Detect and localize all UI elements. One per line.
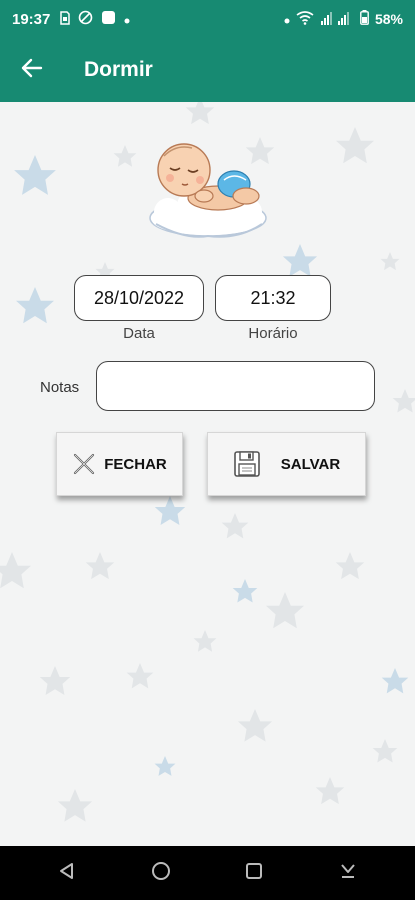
notes-label: Notas — [40, 379, 80, 396]
main-content: 28/10/2022 Data 21:32 Horário Notas FECH… — [0, 102, 415, 846]
nav-home-button[interactable] — [141, 853, 181, 893]
keyboard-hide-icon — [339, 862, 357, 885]
sleeping-baby-illustration — [149, 143, 267, 238]
back-button[interactable] — [4, 38, 60, 102]
page-title: Dormir — [84, 58, 153, 81]
notes-input[interactable] — [96, 361, 375, 411]
floppy-disk-icon — [233, 450, 261, 478]
nav-back-button[interactable] — [47, 853, 87, 893]
nav-keyboard-hide-button[interactable] — [328, 853, 368, 893]
wifi-icon — [296, 10, 314, 28]
close-button[interactable]: FECHAR — [56, 432, 183, 496]
dot-icon — [124, 12, 130, 27]
date-field[interactable]: 28/10/2022 — [74, 275, 204, 321]
status-right-icons: 58% — [284, 10, 403, 28]
nav-recents-button[interactable] — [234, 853, 274, 893]
sim-card-icon — [60, 10, 71, 28]
arrow-back-icon — [21, 58, 43, 83]
battery-icon — [360, 10, 369, 28]
dot-icon — [284, 11, 290, 27]
square-app-icon — [101, 10, 116, 28]
app-bar: Dormir — [0, 38, 415, 102]
save-button-label: SALVAR — [280, 455, 341, 473]
back-triangle-icon — [58, 862, 76, 885]
time-field[interactable]: 21:32 — [215, 275, 331, 321]
close-button-label: FECHAR — [104, 455, 167, 473]
status-time: 19:37 — [12, 10, 51, 28]
system-nav-bar — [0, 846, 415, 900]
close-x-icon — [72, 452, 96, 476]
home-circle-icon — [151, 861, 171, 886]
signal-icon — [320, 11, 354, 28]
no-data-icon — [78, 10, 93, 28]
recents-square-icon — [245, 862, 263, 885]
time-value: 21:32 — [250, 287, 296, 308]
date-label: Data — [123, 325, 155, 342]
save-button[interactable]: SALVAR — [207, 432, 366, 496]
status-left-icons — [60, 10, 130, 28]
time-label: Horário — [248, 325, 298, 342]
status-bar: 19:37 58% — [0, 0, 415, 38]
date-value: 28/10/2022 — [93, 287, 185, 308]
battery-percent: 58% — [374, 11, 403, 27]
